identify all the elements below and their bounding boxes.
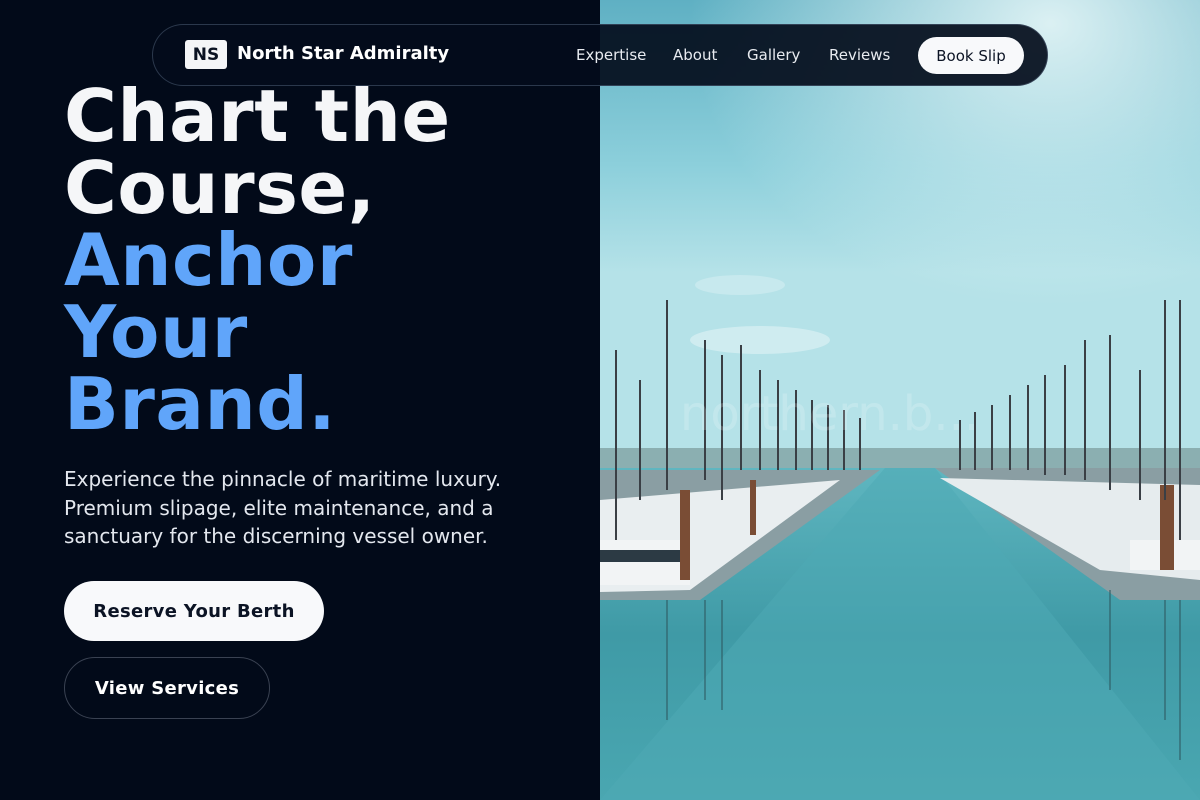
brand-name[interactable]: North Star Admiralty [237, 43, 449, 64]
marina-photo: northern.b... [600, 0, 1200, 800]
reserve-berth-button[interactable]: Reserve Your Berth [64, 581, 324, 641]
hero-subtext: Experience the pinnacle of maritime luxu… [64, 467, 502, 548]
headline-line: Course, [64, 146, 376, 230]
nav-link-about[interactable]: About [673, 46, 717, 64]
hero-content: Chart the Course, Anchor Your Brand. Exp… [0, 0, 600, 800]
headline-accent-line: Brand. [64, 362, 337, 446]
nav-link-expertise[interactable]: Expertise [576, 46, 646, 64]
headline-accent-line: Anchor [64, 218, 353, 302]
logo-badge[interactable]: NS [185, 40, 227, 69]
top-navbar: NS North Star Admiralty Expertise About … [152, 24, 1048, 86]
headline-accent-line: Your [64, 290, 248, 374]
hero-headline: Chart the Course, Anchor Your Brand. [64, 80, 451, 440]
book-slip-button[interactable]: Book Slip [918, 37, 1024, 74]
headline-line: Chart the [64, 74, 451, 158]
nav-link-gallery[interactable]: Gallery [747, 46, 800, 64]
view-services-button[interactable]: View Services [64, 657, 270, 719]
marina-hero-image: northern.b... [600, 0, 1200, 800]
nav-link-reviews[interactable]: Reviews [829, 46, 890, 64]
image-watermark: northern.b... [680, 386, 979, 442]
